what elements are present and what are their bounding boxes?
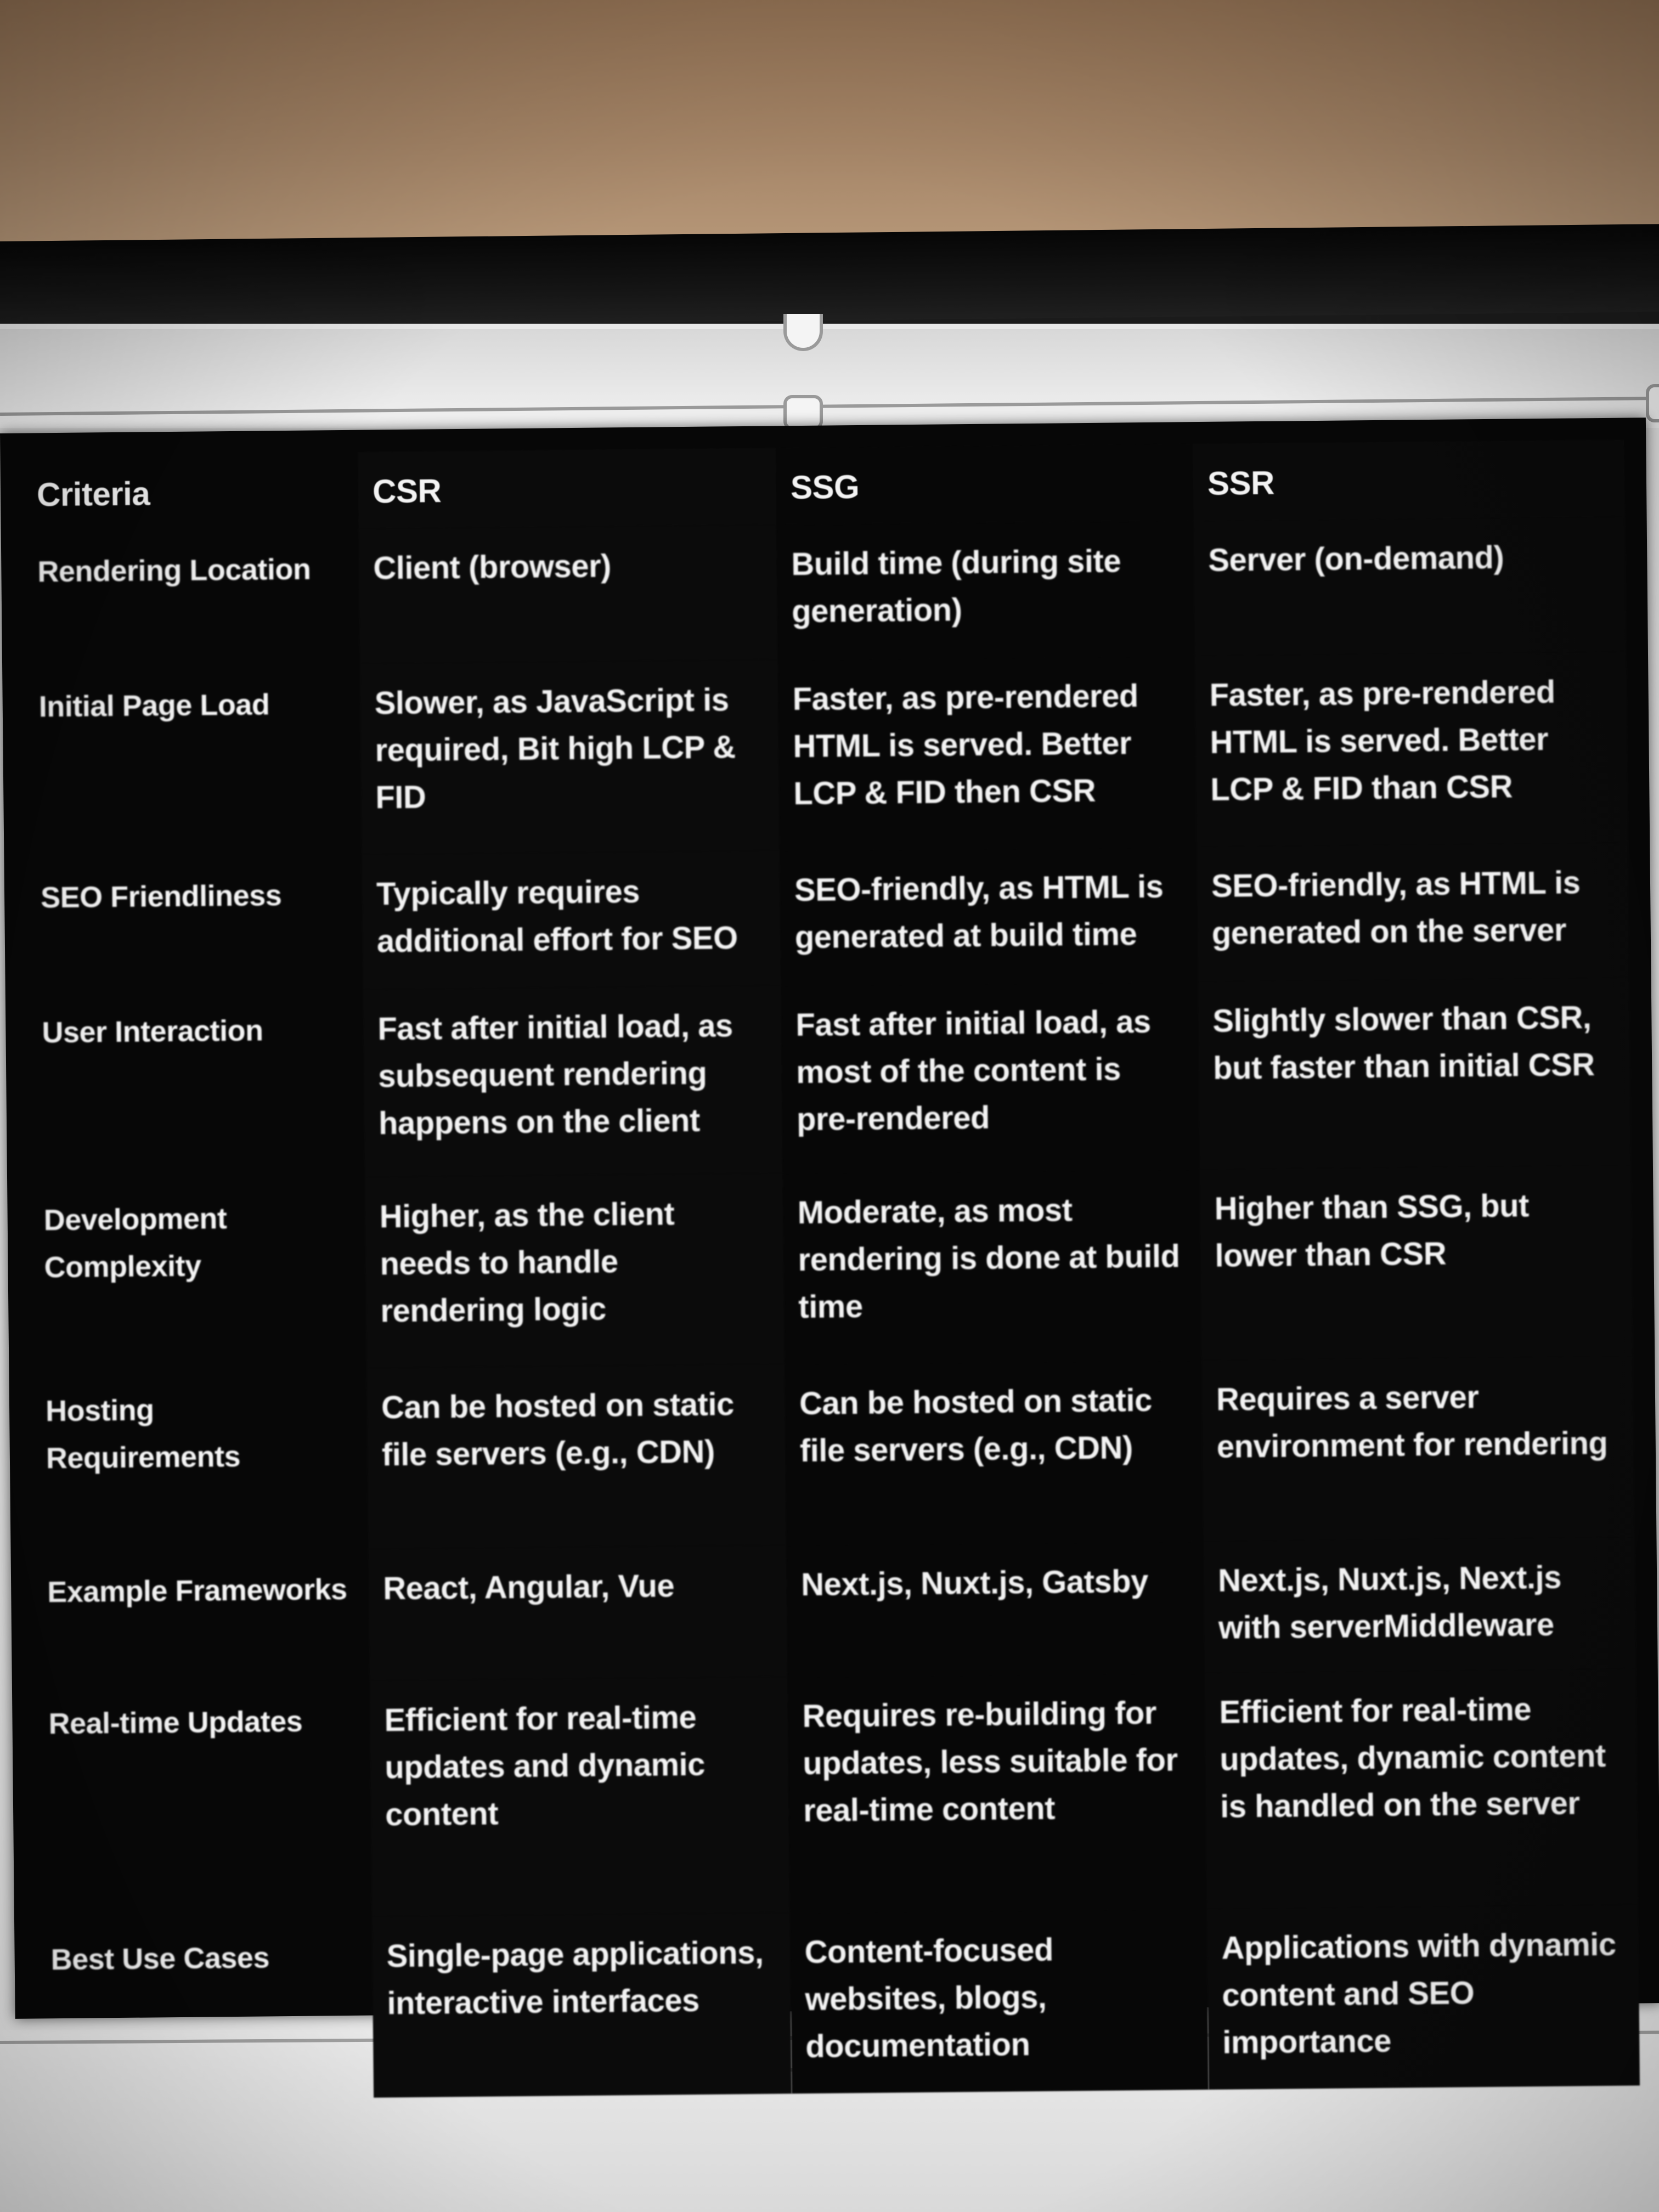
comparison-table: Criteria CSR SSG SSR Rendering Location … <box>22 439 1640 2101</box>
table-row: Rendering Location Client (browser) Buil… <box>23 516 1626 667</box>
cell-csr: Single-page applications, interactive in… <box>371 1912 792 2098</box>
table-row: User Interaction Fast after initial load… <box>27 977 1631 1181</box>
row-criteria: Best Use Cases <box>50 1941 270 1977</box>
cell-ssg: Fast after initial load, as most of the … <box>781 981 1200 1173</box>
row-criteria: Initial Page Load <box>38 688 270 724</box>
comparison-table-image[interactable]: Criteria CSR SSG SSR Rendering Location … <box>0 417 1659 2098</box>
cell-csr: React, Angular, Vue <box>368 1545 788 1681</box>
cell-ssr: Applications with dynamic content and SE… <box>1206 1904 1640 2090</box>
cell-ssr: Faster, as pre-rendered HTML is served. … <box>1194 651 1628 847</box>
row-criteria: Example Frameworks <box>47 1573 347 1609</box>
cell-ssr: Requires a server environment for render… <box>1201 1356 1635 1542</box>
header-ssr: SSR <box>1193 439 1625 521</box>
cell-csr: Efficient for real-time updates and dyna… <box>369 1677 790 1917</box>
cell-csr: Fast after initial load, as subsequent r… <box>363 985 783 1177</box>
cell-ssg: Content-focused websites, blogs, documen… <box>789 1909 1209 2094</box>
cell-ssg: Moderate, as most rendering is done at b… <box>783 1169 1202 1364</box>
row-criteria: Hosting Requirements <box>45 1393 241 1475</box>
cell-ssg: Next.js, Nuxt.js, Gatsby <box>786 1541 1205 1677</box>
cell-ssg: Faster, as pre-rendered HTML is served. … <box>778 656 1197 851</box>
header-criteria: Criteria <box>36 475 150 514</box>
table-header-row: Criteria CSR SSG SSR <box>22 439 1625 532</box>
cell-ssg: Can be hosted on static file servers (e.… <box>785 1360 1204 1545</box>
row-criteria: User Interaction <box>42 1014 263 1049</box>
row-criteria: SEO Friendliness <box>40 879 282 915</box>
cell-ssr: Next.js, Nuxt.js, Next.js with serverMid… <box>1203 1537 1636 1673</box>
cell-csr: Higher, as the client needs to handle re… <box>365 1173 785 1368</box>
table-row: Hosting Requirements Can be hosted on st… <box>31 1356 1635 1553</box>
cell-ssg: SEO-friendly, as HTML is generated at bu… <box>780 847 1198 986</box>
cell-ssr: Higher than SSG, but lower than CSR <box>1199 1165 1633 1361</box>
resize-handle-top[interactable] <box>783 395 823 430</box>
table-row: SEO Friendliness Typically requires addi… <box>26 842 1629 993</box>
cell-csr: Slower, as JavaScript is required, Bit h… <box>360 659 780 855</box>
row-criteria: Development Complexity <box>43 1202 227 1284</box>
cell-ssg: Build time (during site generation) <box>776 521 1195 660</box>
background-wall <box>0 0 1659 258</box>
header-csr: CSR <box>358 448 777 529</box>
table-row: Initial Page Load Slower, as JavaScript … <box>24 651 1628 858</box>
resize-handle-right[interactable] <box>1646 384 1659 422</box>
table-row: Example Frameworks React, Angular, Vue N… <box>33 1537 1636 1684</box>
cell-csr: Can be hosted on static file servers (e.… <box>366 1364 787 1549</box>
monitor-bezel <box>0 224 1659 329</box>
table-row: Development Complexity Higher, as the cl… <box>29 1165 1633 1372</box>
cell-csr: Typically requires additional effort for… <box>362 850 781 990</box>
cell-ssr: Server (on-demand) <box>1193 516 1626 656</box>
cell-ssr: Slightly slower than CSR, but faster tha… <box>1198 977 1631 1170</box>
cell-ssr: Efficient for real-time updates, dynamic… <box>1204 1668 1638 1909</box>
table-row: Best Use Cases Single-page applications,… <box>36 1904 1640 2101</box>
table-row: Real-time Updates Efficient for real-tim… <box>34 1668 1638 1920</box>
cell-ssg: Requires re-building for updates, less s… <box>787 1673 1207 1913</box>
row-criteria: Real-time Updates <box>48 1705 303 1741</box>
header-ssg: SSG <box>776 444 1194 525</box>
cell-csr: Client (browser) <box>358 524 778 664</box>
row-criteria: Rendering Location <box>37 552 311 589</box>
cell-ssr: SEO-friendly, as HTML is generated on th… <box>1197 842 1629 982</box>
